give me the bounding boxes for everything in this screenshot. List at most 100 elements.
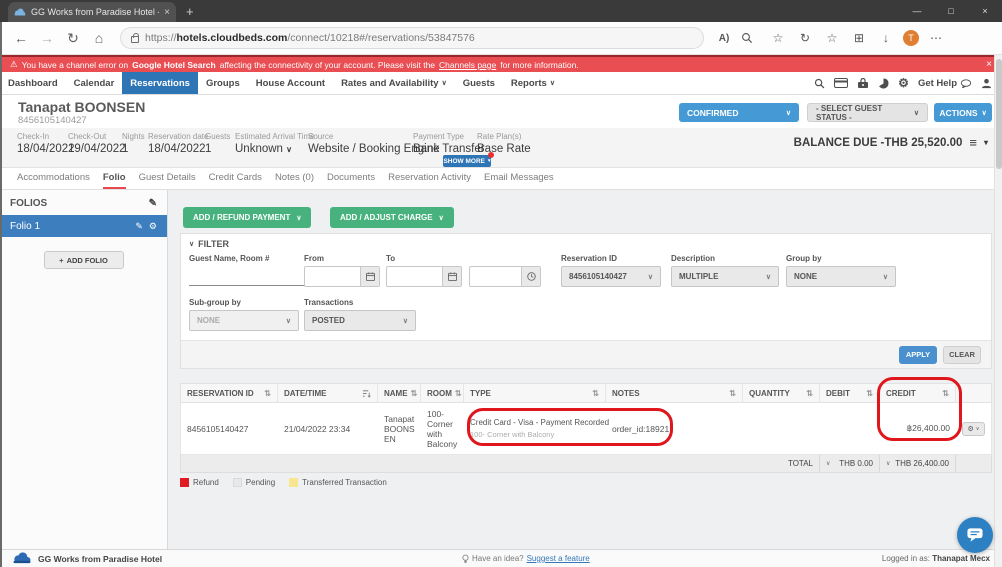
group-by-select[interactable]: NONE ∨ xyxy=(786,266,896,287)
reload-button[interactable]: ↻ xyxy=(60,30,86,47)
col-datetime[interactable]: DATE/TIME xyxy=(278,384,378,402)
chevron-down-icon: ∨ xyxy=(286,145,292,154)
forward-button[interactable]: → xyxy=(34,30,60,46)
clear-button[interactable]: CLEAR xyxy=(943,346,981,364)
add-adjust-charge-button[interactable]: ADD / ADJUST CHARGE ∨ xyxy=(330,207,454,228)
gear-icon[interactable]: ⚙ xyxy=(898,76,909,90)
transaction-type: Credit Card - Visa - Payment Recorded xyxy=(470,418,609,427)
maximize-button[interactable]: □ xyxy=(934,0,968,22)
folio-settings-icon[interactable]: ⚙ xyxy=(149,221,157,232)
col-notes[interactable]: NOTES⇅ xyxy=(606,384,743,402)
more-menu-icon[interactable]: ⋯ xyxy=(926,31,946,45)
chevron-down-icon: ∨ xyxy=(766,273,771,281)
favorites-bar-icon[interactable]: ☆ xyxy=(822,31,842,45)
home-button[interactable]: ⌂ xyxy=(86,30,112,46)
nav-item-guests[interactable]: Guests xyxy=(455,72,503,94)
header-label: CREDIT xyxy=(886,389,916,398)
favorite-add-icon[interactable]: ☆ xyxy=(768,31,788,45)
sidebar-item-folio-1[interactable]: Folio 1 ✎ ⚙ xyxy=(0,215,167,237)
read-aloud-icon[interactable]: A) xyxy=(714,33,734,44)
add-refund-payment-button[interactable]: ADD / REFUND PAYMENT ∨ xyxy=(183,207,311,228)
new-tab-button[interactable]: + xyxy=(186,4,194,19)
to-date-input[interactable] xyxy=(386,266,462,287)
scrollbar-thumb[interactable] xyxy=(996,59,1002,169)
chat-widget-button[interactable] xyxy=(957,517,993,553)
window-close-button[interactable]: × xyxy=(968,0,1002,22)
sub-group-select[interactable]: NONE ∨ xyxy=(189,310,299,331)
transaction-type-detail: 100- Corner with Balcony xyxy=(470,430,609,439)
address-bar[interactable]: https://hotels.cloudbeds.com/connect/102… xyxy=(120,27,704,49)
chevron-down-icon[interactable]: ∨ xyxy=(886,460,890,467)
collections-icon[interactable]: ⊞ xyxy=(849,31,869,45)
cloudbeds-favicon xyxy=(14,8,26,17)
description-select[interactable]: MULTIPLE ∨ xyxy=(671,266,779,287)
tab-folio[interactable]: Folio xyxy=(103,168,126,189)
tab-close-icon[interactable]: × xyxy=(164,7,170,18)
transactions-select[interactable]: POSTED ∨ xyxy=(304,310,416,331)
profile-avatar[interactable]: T xyxy=(903,30,919,46)
nav-item-reports[interactable]: Reports∨ xyxy=(503,72,563,94)
search-icon[interactable] xyxy=(814,78,825,89)
page-scrollbar[interactable] xyxy=(994,55,1002,567)
tab-guest-details[interactable]: Guest Details xyxy=(139,168,196,189)
filter-panel-header[interactable]: ∨ FILTER xyxy=(189,239,229,249)
zoom-icon[interactable] xyxy=(741,32,761,44)
from-date-input[interactable] xyxy=(304,266,380,287)
actions-dropdown[interactable]: ACTIONS ∨ xyxy=(934,103,992,122)
tab-email-messages[interactable]: Email Messages xyxy=(484,168,554,189)
tab-accommodations[interactable]: Accommodations xyxy=(17,168,90,189)
history-icon[interactable]: ↻ xyxy=(795,31,815,45)
alert-close-icon[interactable]: × xyxy=(986,59,992,70)
col-room[interactable]: ROOM⇅ xyxy=(421,384,464,402)
transactions-value: POSTED xyxy=(312,316,345,325)
nav-item-house-account[interactable]: House Account xyxy=(248,72,333,94)
nav-item-dashboard[interactable]: Dashboard xyxy=(0,72,66,94)
tab-documents[interactable]: Documents xyxy=(327,168,375,189)
tab-credit-cards[interactable]: Credit Cards xyxy=(209,168,262,189)
reservation-status-dropdown[interactable]: CONFIRMED ∨ xyxy=(679,103,799,122)
browser-tab[interactable]: GG Works from Paradise Hotel - × xyxy=(8,2,176,22)
nav-item-calendar[interactable]: Calendar xyxy=(66,72,123,94)
chevron-down-icon[interactable]: ▾ xyxy=(984,138,988,147)
to-time-input[interactable] xyxy=(469,266,541,287)
nav-item-rates[interactable]: Rates and Availability∨ xyxy=(333,72,455,94)
chevron-down-icon[interactable]: ∨ xyxy=(826,460,830,467)
cash-register-icon[interactable] xyxy=(857,78,869,89)
table-row[interactable]: 8456105140427 21/04/2022 23:34 Tanapat B… xyxy=(180,403,992,455)
guest-status-select[interactable]: - SELECT GUEST STATUS - ∨ xyxy=(807,103,928,122)
tab-reservation-activity[interactable]: Reservation Activity xyxy=(388,168,471,189)
col-name[interactable]: NAME⇅ xyxy=(378,384,421,402)
arrival-time-dropdown[interactable]: Unknown ∨ xyxy=(235,143,315,155)
add-folio-button[interactable]: + ADD FOLIO xyxy=(44,251,124,269)
minimize-button[interactable]: — xyxy=(900,0,934,22)
col-reservation-id[interactable]: RESERVATION ID⇅ xyxy=(181,384,278,402)
back-button[interactable]: ← xyxy=(8,30,34,46)
get-help-button[interactable]: Get Help xyxy=(918,78,972,89)
suggest-feature-link[interactable]: Suggest a feature xyxy=(527,554,590,563)
user-icon[interactable] xyxy=(981,78,992,89)
transactions-table: RESERVATION ID⇅ DATE/TIME NAME⇅ ROOM⇅ TY… xyxy=(180,383,992,473)
detail-label: Guests xyxy=(205,132,230,141)
col-credit[interactable]: CREDIT⇅ xyxy=(880,384,956,402)
downloads-icon[interactable]: ↓ xyxy=(876,31,896,45)
show-more-button[interactable]: SHOW MORE ▾ xyxy=(443,155,491,167)
reservation-id-select[interactable]: 8456105140427 ∨ xyxy=(561,266,661,287)
tab-notes[interactable]: Notes (0) xyxy=(275,168,314,189)
row-settings-button[interactable]: ⚙∨ xyxy=(962,422,985,436)
nav-item-groups[interactable]: Groups xyxy=(198,72,248,94)
pie-chart-icon[interactable] xyxy=(878,78,889,89)
col-type[interactable]: TYPE⇅ xyxy=(464,384,606,402)
apply-button[interactable]: APPLY xyxy=(899,346,937,364)
detail-value: 1 xyxy=(205,143,230,155)
channels-page-link[interactable]: Channels page xyxy=(439,60,496,70)
credit-card-icon[interactable] xyxy=(834,78,848,88)
edit-folios-icon[interactable]: ✎ xyxy=(149,198,157,209)
guest-status-label: - SELECT GUEST STATUS - xyxy=(816,104,914,122)
nav-item-reservations[interactable]: Reservations xyxy=(122,72,198,94)
col-quantity[interactable]: QUANTITY⇅ xyxy=(743,384,820,402)
main-area: FOLIOS ✎ Folio 1 ✎ ⚙ + ADD FOLIO ADD / R… xyxy=(0,190,1002,549)
edit-folio-icon[interactable]: ✎ xyxy=(135,221,143,232)
detail-value: 1 xyxy=(122,143,145,155)
hamburger-menu-icon[interactable]: ≡ xyxy=(969,135,977,150)
col-debit[interactable]: DEBIT⇅ xyxy=(820,384,880,402)
